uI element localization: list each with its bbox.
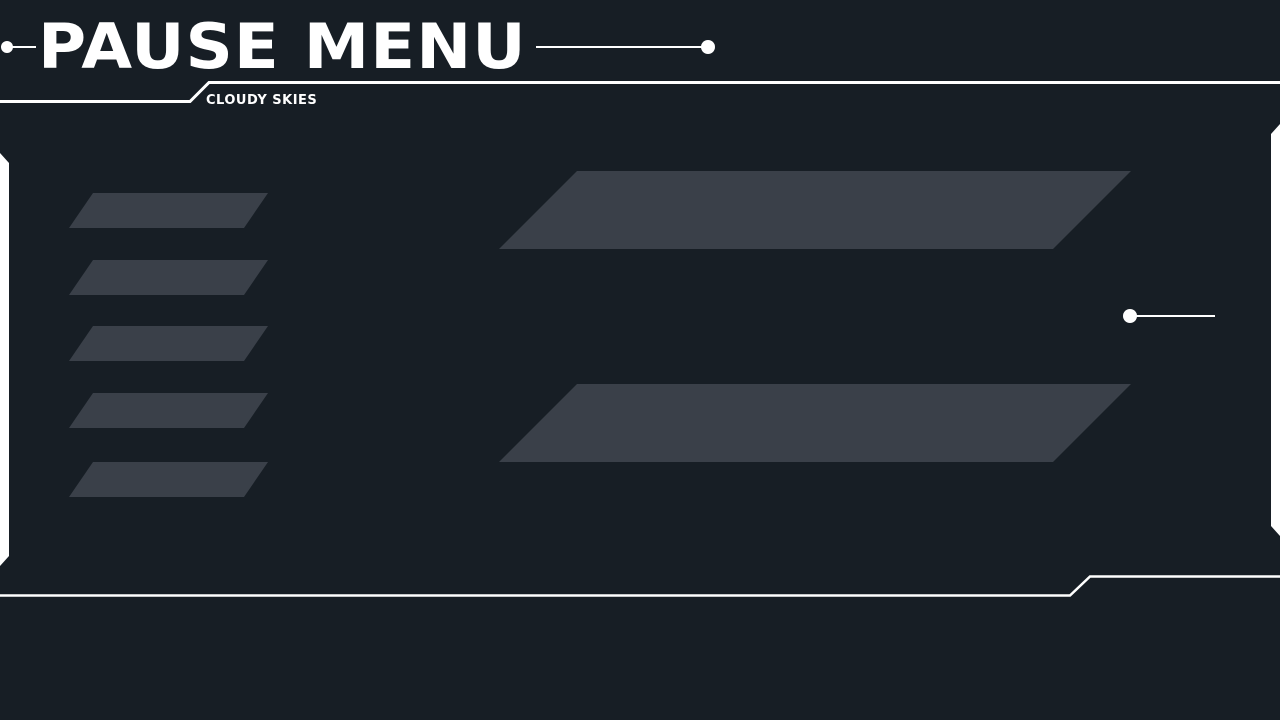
right-frame-bracket	[1271, 124, 1280, 536]
info-panel-top	[499, 171, 1131, 249]
header-divider	[0, 81, 1280, 103]
pause-menu-screen: PAUSE MENU CLOUDY SKIES	[0, 0, 1280, 720]
menu-button-5[interactable]	[69, 462, 268, 497]
left-frame-bracket	[0, 153, 9, 566]
info-panel-bottom	[499, 384, 1131, 462]
title-left-connector	[1, 41, 36, 53]
page-title: PAUSE MENU	[38, 10, 527, 83]
footer-divider	[0, 575, 1280, 597]
right-pointer-connector	[1123, 309, 1215, 323]
menu-button-4[interactable]	[69, 393, 268, 428]
title-right-connector	[536, 40, 715, 54]
menu-button-1[interactable]	[69, 193, 268, 228]
level-subtitle: CLOUDY SKIES	[206, 93, 318, 108]
menu-button-3[interactable]	[69, 326, 268, 361]
menu-button-2[interactable]	[69, 260, 268, 295]
